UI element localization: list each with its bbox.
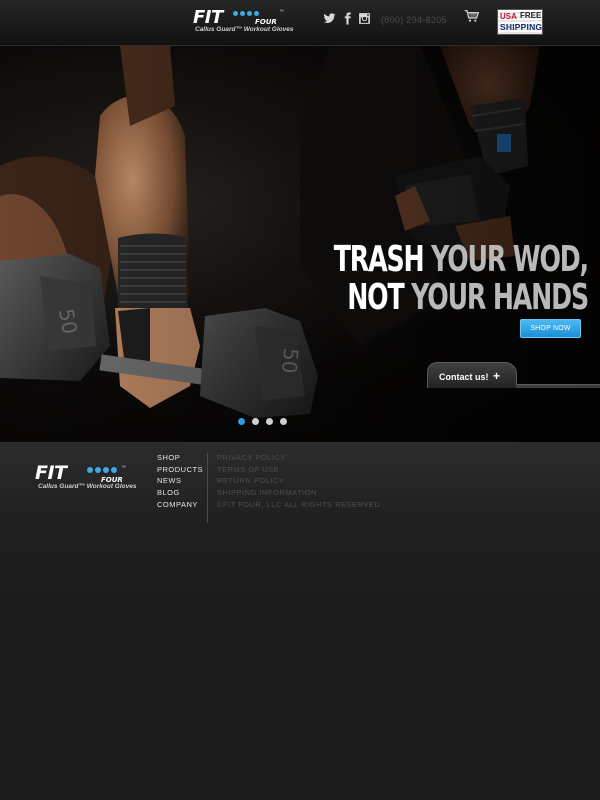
headline-your-hands: YOUR HANDS — [411, 277, 589, 318]
logo-dots — [233, 11, 259, 16]
footer-link-company[interactable]: COMPANY — [157, 499, 203, 511]
footer-logo[interactable]: FIT FOUR ™ Callus Guard™ Workout Gloves — [35, 462, 136, 494]
badge-free: FREE — [520, 11, 542, 20]
logo-dots — [87, 467, 117, 473]
site-header: FIT FOUR ™ Callus Guard™ Workout Gloves … — [0, 0, 600, 46]
badge-usa: USA — [500, 12, 517, 21]
logo-tm: ™ — [121, 465, 126, 471]
contact-bar — [516, 384, 600, 388]
slide-dot-1[interactable] — [238, 418, 245, 425]
header-logo[interactable]: FIT FOUR ™ Callus Guard™ Workout Gloves — [193, 7, 293, 37]
footer-link-return[interactable]: RETURN POLICY — [217, 475, 380, 487]
shopping-cart-icon[interactable] — [464, 9, 480, 23]
footer-legal: PRIVACY POLICY TERMS OF USE RETURN POLIC… — [217, 452, 380, 510]
headline-line-2: NOT YOUR HANDS — [334, 277, 589, 318]
footer-link-news[interactable]: NEWS — [157, 475, 203, 487]
twitter-icon[interactable] — [323, 12, 336, 25]
footer-link-shipping[interactable]: SHIPPING INFORMATION — [217, 487, 380, 499]
slider-pagination — [238, 418, 287, 425]
free-shipping-badge[interactable]: USA FREE SHIPPING — [497, 9, 543, 35]
logo-tm: ™ — [279, 9, 284, 15]
headline-trash: TRASH — [333, 239, 432, 280]
contact-us-tab[interactable]: Contact us! + — [427, 362, 517, 388]
footer-link-privacy[interactable]: PRIVACY POLICY — [217, 452, 380, 464]
copyright: ©FIT FOUR, LLC ALL RIGHTS RESERVED — [217, 499, 381, 509]
hero-headline: TRASH YOUR WOD, NOT YOUR HANDS — [333, 239, 589, 318]
logo-tagline: Callus Guard™ Workout Gloves — [195, 26, 294, 33]
phone-number[interactable]: (800) 294-8205 — [381, 15, 447, 25]
footer-link-shop[interactable]: SHOP — [157, 452, 203, 464]
plus-icon: + — [493, 369, 501, 383]
footer-link-terms[interactable]: TERMS OF USE — [217, 464, 380, 476]
hero-slider: 50 50 TRASH YOUR WOD, NOT YOUR HANDS SHO… — [0, 46, 600, 442]
contact-label: Contact us! — [439, 372, 489, 382]
site-footer: FIT FOUR ™ Callus Guard™ Workout Gloves … — [0, 442, 600, 800]
headline-not: NOT — [347, 277, 412, 318]
slide-dot-4[interactable] — [280, 418, 287, 425]
logo-wordmark: FIT — [35, 462, 67, 484]
footer-link-blog[interactable]: BLOG — [157, 487, 203, 499]
logo-wordmark: FIT — [193, 7, 223, 28]
footer-divider — [207, 453, 208, 523]
headline-your-wod: YOUR WOD, — [431, 239, 589, 280]
slide-dot-2[interactable] — [252, 418, 259, 425]
shop-now-button[interactable]: SHOP NOW — [520, 319, 581, 338]
footer-nav: SHOP PRODUCTS NEWS BLOG COMPANY — [157, 452, 203, 510]
instagram-icon[interactable] — [358, 12, 371, 25]
logo-tagline: Callus Guard™ Workout Gloves — [38, 483, 137, 490]
footer-link-products[interactable]: PRODUCTS — [157, 464, 203, 476]
slide-dot-3[interactable] — [266, 418, 273, 425]
badge-shipping: SHIPPING — [500, 22, 543, 32]
headline-line-1: TRASH YOUR WOD, — [333, 239, 589, 280]
facebook-icon[interactable] — [341, 12, 354, 25]
logo-four: FOUR — [255, 18, 277, 26]
